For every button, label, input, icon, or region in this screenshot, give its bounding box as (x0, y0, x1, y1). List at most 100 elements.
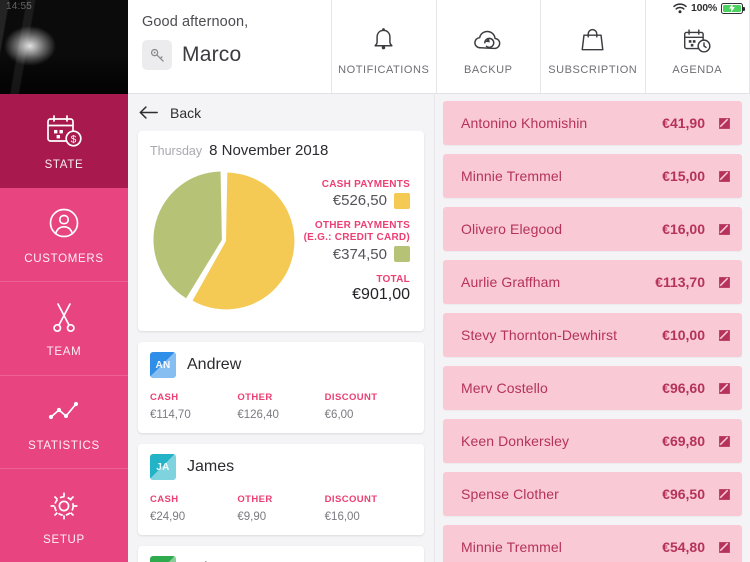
legend-other-swatch (394, 246, 410, 263)
payment-amount: €113,70 (655, 274, 705, 290)
employee-stat-value: €24,90 (150, 511, 186, 523)
employee-card[interactable]: AN Andrew CASH €114,70 OTHER €126,40 DISCOUNT €… (138, 342, 424, 433)
sidebar-item-setup-label: SETUP (43, 533, 85, 546)
payment-row[interactable]: Olivero Elegood €16,00 (443, 207, 742, 251)
receipt-icon[interactable] (718, 488, 731, 501)
legend-other-value: €374,50 (332, 245, 387, 263)
employee-stat-discount: DISCOUNT €6,00 (325, 392, 412, 421)
payment-row[interactable]: Minnie Tremmel €54,80 (443, 525, 742, 562)
greeting-block: Good afternoon, Marco (128, 0, 332, 93)
employee-stat-value: €126,40 (237, 409, 279, 421)
legend-other-row: €374,50 (302, 246, 410, 263)
salon-hair-dryers-photo: 14:55 (0, 0, 128, 94)
payment-row[interactable]: Merv Costello €96,60 (443, 366, 742, 410)
payment-customer-name: Merv Costello (461, 380, 548, 396)
key-icon[interactable] (142, 40, 172, 70)
payment-row[interactable]: Aurlie Graffham €113,70 (443, 260, 742, 304)
employee-header: JOJohn (150, 556, 412, 562)
legend-spacer (302, 209, 410, 220)
nav-notifications[interactable]: NOTIFICATIONS (332, 0, 437, 93)
receipt-icon[interactable] (718, 541, 731, 554)
employee-stat-other: OTHER €9,90 (237, 494, 324, 523)
nav-subscription-label: SUBSCRIPTION (548, 63, 638, 76)
employee-stat-cash: CASH €114,70 (150, 392, 237, 421)
receipt-icon[interactable] (718, 329, 731, 342)
user-name: Marco (182, 43, 242, 66)
center-scroll[interactable]: Thursday 8 November 2018 CASH PAYMENTS €… (128, 131, 434, 562)
legend-other-label-line2: (E.G.: CREDIT CARD) (303, 232, 410, 244)
employee-card[interactable]: JA James CASH €24,90 OTHER €9,90 DISCOUNT €16,0… (138, 444, 424, 535)
gear-icon (50, 492, 78, 520)
sidebar-item-customers-label: CUSTOMERS (24, 252, 104, 265)
receipt-icon[interactable] (718, 276, 731, 289)
daily-summary-card: Thursday 8 November 2018 CASH PAYMENTS €… (138, 131, 424, 331)
payment-amount: €69,80 (662, 433, 705, 449)
payment-customer-name: Olivero Elegood (461, 221, 563, 237)
legend-cash-swatch (394, 192, 410, 209)
status-bar: 100% (673, 2, 745, 14)
legend-other-label-line1: OTHER PAYMENTS (314, 220, 410, 232)
payment-row[interactable]: Keen Donkersley €69,80 (443, 419, 742, 463)
payments-list[interactable]: Antonino Khomishin €41,90 Minnie Tremmel €1… (435, 94, 750, 562)
scissors-icon (53, 303, 75, 333)
receipt-icon[interactable] (718, 117, 731, 130)
payment-customer-name: Minnie Tremmel (461, 168, 562, 184)
wifi-icon (673, 2, 687, 13)
calendar-dollar-icon: $ (47, 115, 82, 147)
payment-row[interactable]: Antonino Khomishin €41,90 (443, 101, 742, 145)
line-chart-icon (48, 401, 79, 420)
receipt-icon[interactable] (718, 223, 731, 236)
battery-charging-icon (721, 2, 745, 14)
person-circle-icon (49, 208, 79, 238)
summary-date-header: Thursday 8 November 2018 (150, 142, 412, 159)
employee-stat-value: €16,00 (324, 511, 360, 523)
sidebar-item-state[interactable]: $ STATE (0, 94, 128, 188)
battery-percent: 100% (690, 2, 717, 14)
employee-stat-value: €6,00 (324, 409, 354, 421)
calendar-clock-icon (684, 28, 711, 53)
sidebar-item-setup[interactable]: SETUP (0, 468, 128, 562)
sidebar-item-team[interactable]: TEAM (0, 281, 128, 375)
svg-text:$: $ (71, 135, 77, 146)
legend-total-value: €901,00 (352, 285, 410, 303)
payment-row[interactable]: Minnie Tremmel €15,00 (443, 154, 742, 198)
payment-amount: €15,00 (662, 168, 705, 184)
sidebar-item-state-label: STATE (44, 159, 84, 172)
bell-icon (374, 27, 393, 49)
sidebar-item-customers[interactable]: CUSTOMERS (0, 188, 128, 282)
employee-stat-label: DISCOUNT (324, 392, 378, 403)
employee-stats: CASH €114,70 OTHER €126,40 DISCOUNT €6,00 (150, 392, 412, 421)
user-row[interactable]: Marco (142, 40, 331, 70)
nav-subscription[interactable]: SUBSCRIPTION (541, 0, 646, 93)
top-bar: Good afternoon, Marco NOTIFICATIONS BACK… (128, 0, 750, 94)
sidebar-item-statistics[interactable]: STATISTICS (0, 374, 128, 469)
employee-stat-cash: CASH €24,90 (150, 494, 237, 523)
receipt-icon[interactable] (718, 170, 731, 183)
payment-customer-name: Aurlie Graffham (461, 274, 561, 290)
payment-customer-name: Minnie Tremmel (461, 539, 562, 555)
legend-cash-row: €526,50 (302, 192, 410, 209)
payment-row[interactable]: Spense Clother €96,50 (443, 472, 742, 516)
employee-stat-discount: DISCOUNT €16,00 (325, 494, 412, 523)
body-columns: Back Thursday 8 November 2018 CASH PAYME… (128, 94, 750, 562)
cloud-refresh-icon (473, 30, 501, 49)
nav-agenda-label: AGENDA (672, 63, 723, 76)
employee-card[interactable]: JOJohn (138, 546, 424, 562)
employee-card-list: AN Andrew CASH €114,70 OTHER €126,40 DISCOUNT €… (138, 342, 424, 562)
legend-cash-label: CASH PAYMENTS (321, 179, 410, 190)
employee-header: JA James (150, 454, 412, 480)
payment-customer-name: Spense Clother (461, 486, 559, 502)
employee-stat-value: €114,70 (150, 409, 191, 421)
nav-backup-label: BACKUP (463, 63, 513, 76)
shopping-bag-icon (581, 28, 604, 50)
receipt-icon[interactable] (718, 382, 731, 395)
nav-backup[interactable]: BACKUP (437, 0, 541, 93)
pie-chart-svg (153, 171, 295, 310)
charging-bolt-icon (729, 3, 735, 13)
back-button[interactable]: Back (128, 94, 434, 131)
payment-row[interactable]: Stevy Thornton-Dewhirst €10,00 (443, 313, 742, 357)
receipt-icon[interactable] (718, 435, 731, 448)
employee-stat-label: CASH (150, 494, 179, 505)
employee-stats: CASH €24,90 OTHER €9,90 DISCOUNT €16,00 (150, 494, 412, 523)
payment-amount: €54,80 (662, 539, 705, 555)
